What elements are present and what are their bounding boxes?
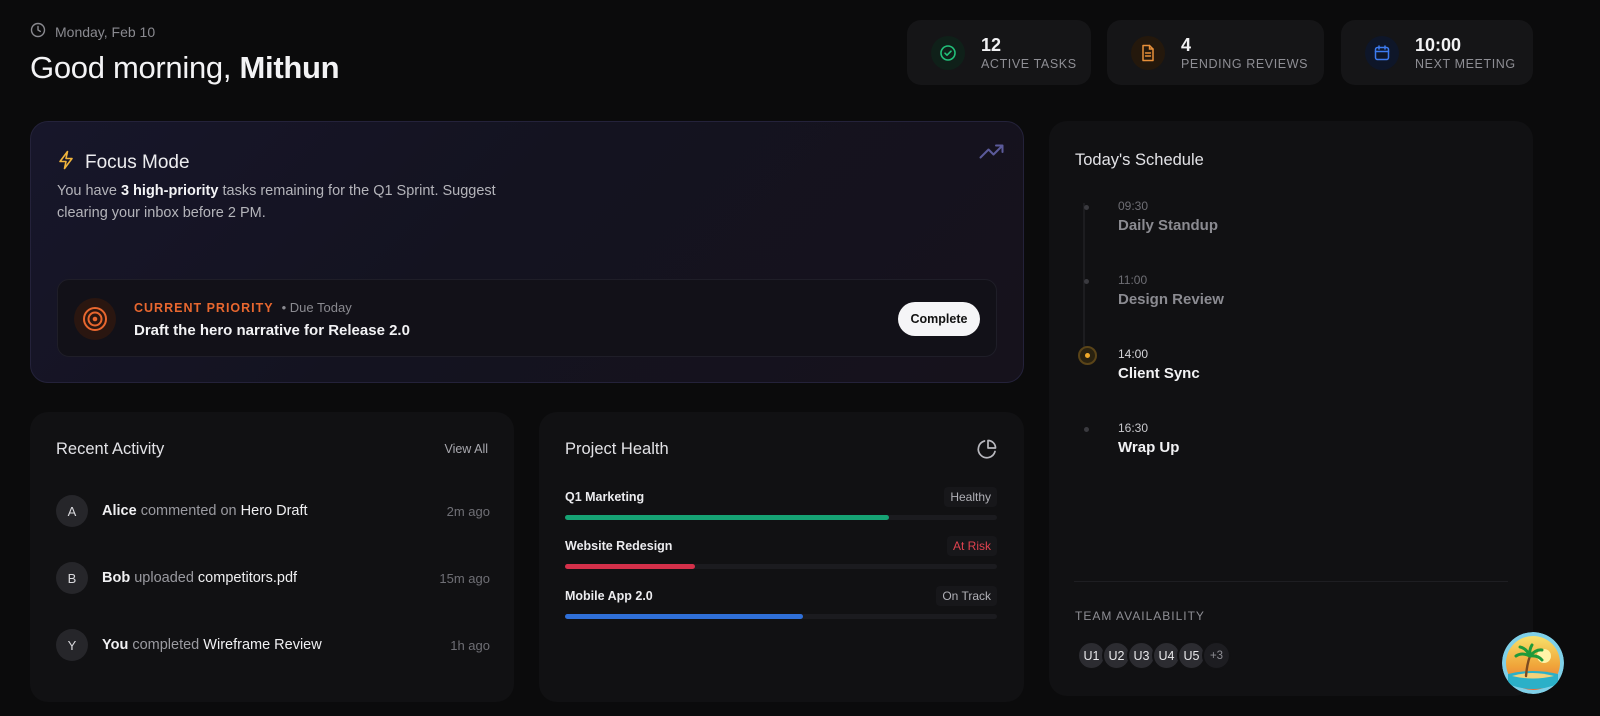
more-members-badge[interactable]: +3 bbox=[1202, 641, 1231, 670]
timeline-dot bbox=[1084, 279, 1089, 284]
schedule-event: Wrap Up bbox=[1118, 439, 1180, 456]
schedule-item[interactable]: 09:30 Daily Standup bbox=[1081, 199, 1218, 234]
stat-label: PENDING REVIEWS bbox=[1181, 56, 1309, 71]
stat-pending-reviews[interactable]: 4 PENDING REVIEWS bbox=[1107, 20, 1324, 85]
focus-mode-title: Focus Mode bbox=[57, 150, 190, 176]
avatar: Y bbox=[56, 629, 88, 661]
activity-object: Wireframe Review bbox=[203, 637, 322, 653]
status-badge: At Risk bbox=[946, 536, 997, 556]
schedule-title: Today's Schedule bbox=[1075, 151, 1204, 169]
activity-time: 15m ago bbox=[439, 570, 490, 586]
focus-desc-before: You have bbox=[57, 183, 121, 199]
list-item[interactable]: Y You completed Wireframe Review 1h ago bbox=[56, 629, 490, 661]
schedule-event: Design Review bbox=[1118, 291, 1224, 308]
pie-chart-icon[interactable] bbox=[976, 438, 998, 465]
schedule-event: Client Sync bbox=[1118, 365, 1200, 382]
project-name: Q1 Marketing bbox=[565, 490, 645, 504]
project-row[interactable]: Website Redesign At Risk bbox=[565, 536, 997, 569]
activity-text: Alice commented on Hero Draft bbox=[102, 503, 308, 519]
target-icon bbox=[74, 298, 116, 340]
date-row: Monday, Feb 10 bbox=[30, 22, 155, 41]
focus-description: You have 3 high-priority tasks remaining… bbox=[57, 180, 527, 224]
list-item[interactable]: B Bob uploaded competitors.pdf 15m ago bbox=[56, 562, 490, 594]
priority-meta: CURRENT PRIORITY • Due Today bbox=[134, 300, 352, 315]
priority-task: Draft the hero narrative for Release 2.0 bbox=[134, 322, 410, 339]
stat-value: 12 bbox=[981, 34, 1002, 55]
progress-track bbox=[565, 614, 997, 619]
progress-fill bbox=[565, 564, 695, 569]
project-row[interactable]: Mobile App 2.0 On Track bbox=[565, 586, 997, 619]
divider bbox=[1074, 581, 1508, 582]
team-availability-label: TEAM AVAILABILITY bbox=[1075, 609, 1205, 623]
project-health-title: Project Health bbox=[565, 440, 669, 458]
clock-icon bbox=[30, 22, 46, 41]
focus-desc-highlight: 3 high-priority bbox=[120, 183, 219, 199]
recent-activity-title: Recent Activity bbox=[56, 440, 165, 458]
focus-mode-card: Focus Mode You have 3 high-priority task… bbox=[30, 121, 1024, 383]
schedule-time: 14:00 bbox=[1118, 347, 1149, 361]
priority-due: • Due Today bbox=[281, 300, 352, 315]
activity-text: Bob uploaded competitors.pdf bbox=[102, 570, 297, 586]
progress-fill bbox=[565, 614, 803, 619]
stat-label: ACTIVE TASKS bbox=[981, 56, 1077, 71]
priority-label: CURRENT PRIORITY bbox=[134, 300, 274, 315]
stat-active-tasks[interactable]: 12 ACTIVE TASKS bbox=[907, 20, 1091, 85]
focus-title-text: Focus Mode bbox=[85, 152, 190, 173]
island-logo[interactable] bbox=[1502, 632, 1564, 694]
activity-actor: Alice bbox=[102, 503, 137, 519]
progress-fill bbox=[565, 515, 889, 520]
schedule-item[interactable]: 16:30 Wrap Up bbox=[1081, 421, 1179, 456]
view-all-link[interactable]: View All bbox=[444, 442, 488, 456]
recent-activity-card: Recent Activity View All A Alice comment… bbox=[30, 412, 514, 702]
schedule-event: Daily Standup bbox=[1118, 217, 1219, 234]
status-badge: Healthy bbox=[944, 487, 997, 507]
schedule-time: 09:30 bbox=[1118, 199, 1149, 213]
progress-track bbox=[565, 515, 997, 520]
project-health-card: Project Health Q1 Marketing Healthy Webs… bbox=[539, 412, 1024, 702]
project-row[interactable]: Q1 Marketing Healthy bbox=[565, 487, 997, 520]
activity-object: competitors.pdf bbox=[197, 570, 298, 586]
greeting-prefix: Good morning, bbox=[30, 50, 240, 85]
lightning-icon bbox=[57, 150, 75, 176]
activity-actor: You bbox=[102, 637, 129, 653]
team-avatars: U1 U2 U3 U4 U5 +3 bbox=[1077, 641, 1231, 670]
calendar-icon bbox=[1365, 35, 1399, 70]
stat-value: 4 bbox=[1181, 34, 1192, 55]
check-circle-icon bbox=[931, 35, 965, 70]
trending-up-icon bbox=[979, 142, 1005, 165]
activity-object: Hero Draft bbox=[240, 503, 308, 519]
list-item[interactable]: A Alice commented on Hero Draft 2m ago bbox=[56, 495, 490, 527]
avatar: A bbox=[56, 495, 88, 527]
stat-next-meeting[interactable]: 10:00 NEXT MEETING bbox=[1341, 20, 1533, 85]
project-name: Website Redesign bbox=[565, 539, 673, 553]
document-icon bbox=[1131, 35, 1165, 70]
greeting: Good morning, Mithun bbox=[30, 50, 340, 86]
progress-track bbox=[565, 564, 997, 569]
schedule-time: 16:30 bbox=[1118, 421, 1149, 435]
activity-action: uploaded bbox=[130, 570, 198, 586]
activity-action: completed bbox=[128, 637, 204, 653]
activity-time: 2m ago bbox=[446, 503, 490, 519]
project-name: Mobile App 2.0 bbox=[565, 589, 653, 603]
user-name: Mithun bbox=[239, 50, 340, 85]
timeline-dot bbox=[1084, 427, 1089, 432]
avatar: B bbox=[56, 562, 88, 594]
schedule-card: Today's Schedule 09:30 Daily Standup 11:… bbox=[1049, 121, 1533, 696]
schedule-item-current[interactable]: 14:00 Client Sync bbox=[1078, 346, 1200, 382]
stat-label: NEXT MEETING bbox=[1415, 56, 1516, 71]
current-timeline-dot bbox=[1078, 346, 1097, 365]
complete-button[interactable]: Complete bbox=[898, 302, 980, 336]
schedule-item[interactable]: 11:00 Design Review bbox=[1081, 273, 1224, 308]
activity-action: commented on bbox=[136, 503, 241, 519]
activity-actor: Bob bbox=[102, 570, 131, 586]
activity-text: You completed Wireframe Review bbox=[102, 637, 322, 653]
status-badge: On Track bbox=[936, 586, 997, 606]
current-date: Monday, Feb 10 bbox=[55, 23, 156, 40]
stat-value: 10:00 bbox=[1415, 34, 1462, 55]
schedule-time: 11:00 bbox=[1118, 273, 1148, 287]
timeline-dot bbox=[1084, 205, 1089, 210]
activity-time: 1h ago bbox=[450, 637, 490, 653]
current-priority-panel: CURRENT PRIORITY • Due Today Draft the h… bbox=[57, 279, 997, 357]
